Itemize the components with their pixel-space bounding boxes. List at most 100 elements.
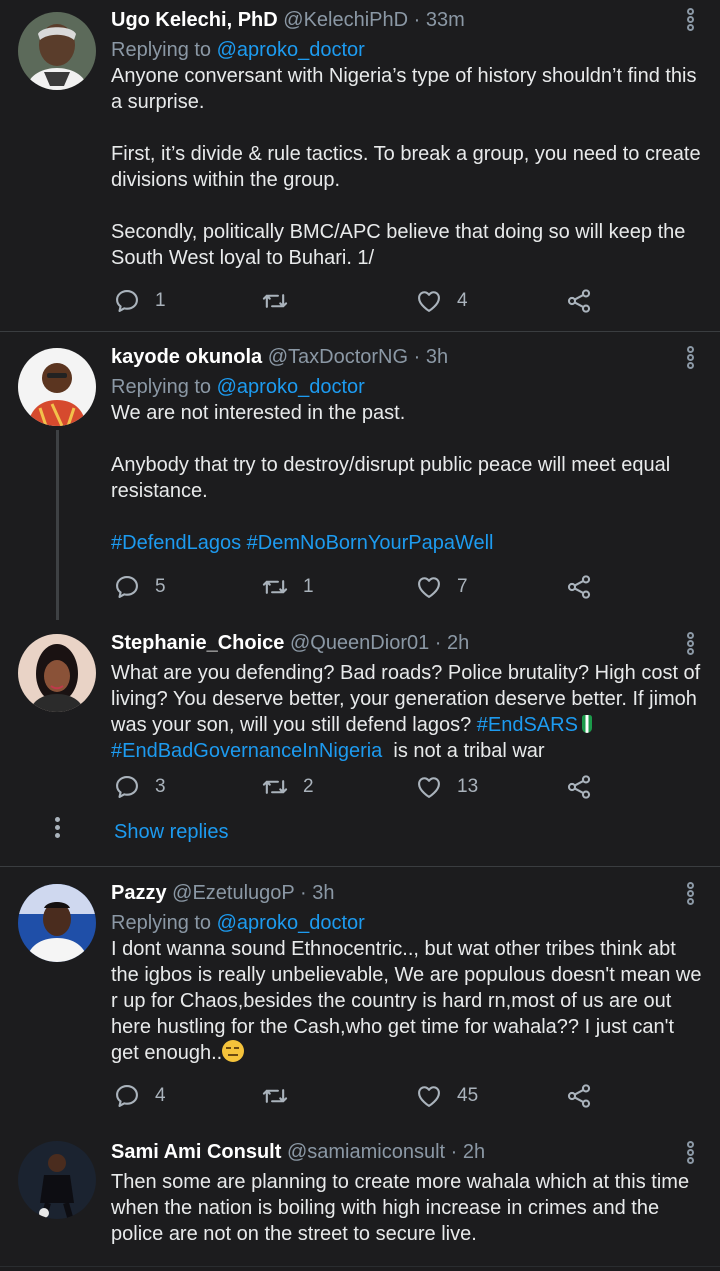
- tweet-actions: 4 45: [111, 1081, 611, 1111]
- hashtag-link[interactable]: #EndSARS: [477, 714, 578, 736]
- nigeria-flag-icon: [581, 715, 592, 733]
- timestamp[interactable]: 3h: [426, 346, 448, 368]
- tweet[interactable]: Pazzy @EzetulugoP · 3h Replying to @apro…: [0, 876, 720, 1126]
- reply-button[interactable]: 1: [113, 286, 166, 316]
- like-button[interactable]: 7: [415, 572, 468, 602]
- like-button[interactable]: 45: [415, 1081, 478, 1111]
- tweet[interactable]: Ugo Kelechi, PhD @KelechiPhD · 33m Reply…: [0, 0, 720, 330]
- more-options-icon[interactable]: [680, 882, 700, 908]
- separator: ·: [413, 346, 421, 368]
- mention-link[interactable]: @aproko_doctor: [217, 376, 365, 398]
- tweet-paragraph: I dont wanna sound Ethnocentric.., but w…: [111, 938, 702, 1064]
- retweet-count: 2: [303, 776, 314, 797]
- avatar[interactable]: [18, 884, 96, 962]
- timestamp[interactable]: 2h: [447, 632, 469, 654]
- more-options-icon[interactable]: [680, 1141, 700, 1167]
- reply-icon: [113, 1082, 141, 1110]
- username[interactable]: @KelechiPhD: [283, 9, 408, 31]
- avatar[interactable]: [18, 12, 96, 90]
- tweet-paragraph: is not a tribal war: [393, 740, 545, 762]
- display-name[interactable]: Stephanie_Choice: [111, 632, 284, 654]
- hashtag-links[interactable]: #DefendLagos #DemNoBornYourPapaWell: [111, 530, 706, 556]
- tweet-paragraph: Secondly, politically BMC/APC believe th…: [111, 221, 686, 269]
- like-count: 13: [457, 776, 479, 797]
- tweet-header: kayode okunola @TaxDoctorNG · 3h: [111, 340, 706, 374]
- more-options-icon[interactable]: [680, 346, 700, 372]
- like-icon: [415, 573, 443, 601]
- replying-to-label: Replying to: [111, 39, 212, 61]
- divider: [0, 866, 720, 867]
- username[interactable]: @samiamiconsult: [287, 1141, 445, 1163]
- tweet[interactable]: Sami Ami Consult @samiamiconsult · 2h Th…: [0, 1135, 720, 1271]
- tweet-text: What are you defending? Bad roads? Polic…: [111, 660, 706, 764]
- retweet-icon: [261, 773, 289, 801]
- share-button[interactable]: [565, 772, 593, 802]
- share-icon: [565, 573, 593, 601]
- avatar[interactable]: [18, 634, 96, 712]
- tweet-paragraph: Anyone conversant with Nigeria’s type of…: [111, 65, 697, 113]
- expressionless-face-emoji-icon: [222, 1040, 245, 1062]
- reply-button[interactable]: 5: [113, 572, 166, 602]
- share-button[interactable]: [565, 286, 593, 316]
- replying-to: Replying to @aproko_doctor: [111, 910, 706, 936]
- retweet-button[interactable]: 1: [261, 572, 314, 602]
- share-button[interactable]: [565, 572, 593, 602]
- display-name[interactable]: Pazzy: [111, 882, 167, 904]
- avatar[interactable]: [18, 1141, 96, 1219]
- timestamp[interactable]: 2h: [463, 1141, 485, 1163]
- like-button[interactable]: 4: [415, 286, 468, 316]
- retweet-icon: [261, 287, 289, 315]
- display-name[interactable]: Sami Ami Consult: [111, 1141, 281, 1163]
- display-name[interactable]: Ugo Kelechi, PhD: [111, 9, 278, 31]
- retweet-count: 1: [303, 576, 314, 597]
- reply-count: 1: [155, 290, 166, 311]
- tweet-header: Ugo Kelechi, PhD @KelechiPhD · 33m: [111, 3, 706, 37]
- retweet-icon: [261, 573, 289, 601]
- more-options-icon[interactable]: [680, 632, 700, 658]
- mention-link[interactable]: @aproko_doctor: [217, 39, 365, 61]
- replying-to: Replying to @aproko_doctor: [111, 37, 706, 63]
- timestamp[interactable]: 3h: [312, 882, 334, 904]
- share-button[interactable]: [565, 1081, 593, 1111]
- tweet[interactable]: Stephanie_Choice @QueenDior01 · 2h What …: [0, 626, 720, 816]
- mention-link[interactable]: @aproko_doctor: [217, 912, 365, 934]
- retweet-button[interactable]: 2: [261, 772, 314, 802]
- reply-count: 4: [155, 1085, 166, 1106]
- username[interactable]: @TaxDoctorNG: [268, 346, 408, 368]
- divider: [0, 331, 720, 332]
- more-options-icon[interactable]: [680, 8, 700, 34]
- retweet-button[interactable]: [261, 1081, 303, 1111]
- timestamp[interactable]: 33m: [426, 9, 465, 31]
- tweet-paragraph: What are you defending? Bad roads? Polic…: [111, 662, 701, 736]
- separator: ·: [413, 9, 421, 31]
- tweet[interactable]: kayode okunola @TaxDoctorNG · 3h Replyin…: [0, 340, 720, 610]
- bottom-edge: [0, 1266, 720, 1267]
- separator: ·: [450, 1141, 458, 1163]
- replying-to: Replying to @aproko_doctor: [111, 374, 706, 400]
- reply-icon: [113, 287, 141, 315]
- hashtag-link[interactable]: #EndBadGovernanceInNigeria: [111, 740, 382, 762]
- display-name[interactable]: kayode okunola: [111, 346, 262, 368]
- tweet-text: We are not interested in the past. Anybo…: [111, 400, 706, 556]
- tweet-text: Then some are planning to create more wa…: [111, 1169, 706, 1247]
- tweet-paragraph: Then some are planning to create more wa…: [111, 1171, 690, 1245]
- tweet-actions: 3 2 13: [111, 772, 611, 802]
- username[interactable]: @QueenDior01: [290, 632, 429, 654]
- like-icon: [415, 773, 443, 801]
- replying-to-label: Replying to: [111, 912, 212, 934]
- show-replies-link[interactable]: Show replies: [114, 821, 229, 844]
- tweet-text: Anyone conversant with Nigeria’s type of…: [111, 63, 706, 271]
- tweet-actions: 1 4: [111, 286, 611, 316]
- username[interactable]: @EzetulugoP: [172, 882, 294, 904]
- like-count: 45: [457, 1085, 479, 1106]
- retweet-button[interactable]: [261, 286, 303, 316]
- retweet-icon: [261, 1082, 289, 1110]
- avatar[interactable]: [18, 348, 96, 426]
- thread-continuation-icon: [52, 817, 62, 843]
- tweet-paragraph: Anybody that try to destroy/disrupt publ…: [111, 454, 671, 502]
- reply-button[interactable]: 3: [113, 772, 166, 802]
- tweet-header: Sami Ami Consult @samiamiconsult · 2h: [111, 1135, 706, 1169]
- reply-button[interactable]: 4: [113, 1081, 166, 1111]
- like-button[interactable]: 13: [415, 772, 478, 802]
- separator: ·: [434, 632, 442, 654]
